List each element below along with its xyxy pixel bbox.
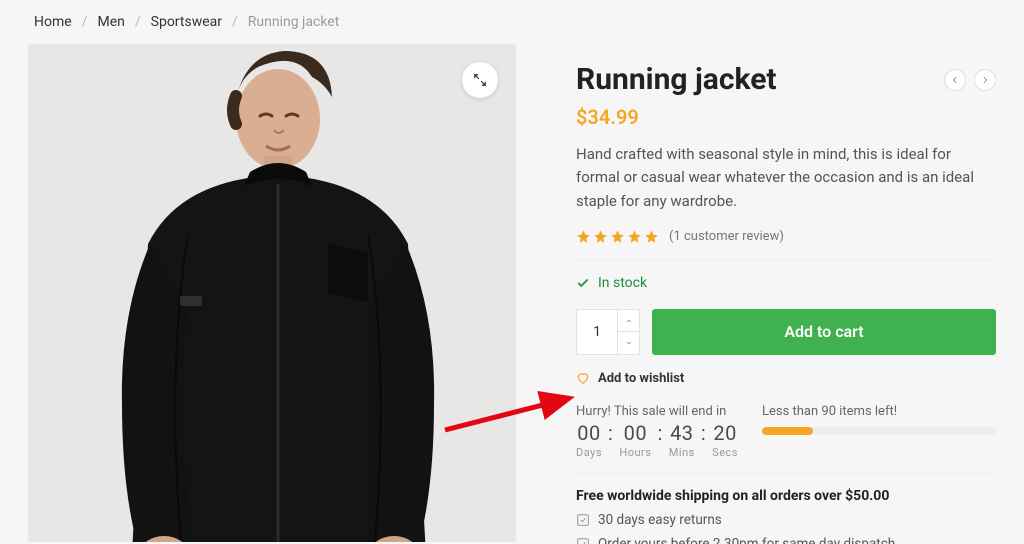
countdown-label: Hurry! This sale will end in xyxy=(576,404,738,419)
rating-stars xyxy=(576,229,659,244)
perk-returns: 30 days easy returns xyxy=(576,512,996,528)
product-description: Hand crafted with seasonal style in mind… xyxy=(576,143,996,213)
stock-progress xyxy=(762,427,996,435)
product-gallery[interactable] xyxy=(28,44,516,542)
breadcrumb-men[interactable]: Men xyxy=(97,14,124,30)
countdown-days: 00 xyxy=(577,421,600,445)
wishlist-label: Add to wishlist xyxy=(598,371,684,386)
countdown-timer: 00Days : 00Hours : 43Mins : 20Secs xyxy=(576,421,738,459)
check-square-icon xyxy=(576,513,590,527)
product-title: Running jacket xyxy=(576,62,777,97)
check-icon xyxy=(576,276,590,290)
expand-icon xyxy=(473,73,487,87)
star-icon xyxy=(576,229,591,244)
stock-label: In stock xyxy=(598,275,647,291)
star-icon xyxy=(627,229,642,244)
breadcrumb-home[interactable]: Home xyxy=(34,14,72,30)
chevron-down-icon xyxy=(625,339,633,347)
product-image xyxy=(28,44,516,542)
stock-status: In stock xyxy=(576,275,996,291)
prev-product-button[interactable] xyxy=(944,69,966,91)
breadcrumb-sep: / xyxy=(82,14,88,30)
countdown-mins: 43 xyxy=(670,421,693,445)
stock-remaining-label: Less than 90 items left! xyxy=(762,404,996,419)
quantity-up-button[interactable] xyxy=(618,310,639,332)
product-price: $34.99 xyxy=(576,105,996,129)
breadcrumb-sportswear[interactable]: Sportswear xyxy=(151,14,222,30)
breadcrumb-sep: / xyxy=(232,14,238,30)
check-square-icon xyxy=(576,537,590,544)
chevron-up-icon xyxy=(625,317,633,325)
star-icon xyxy=(644,229,659,244)
reviews-link[interactable]: (1 customer review) xyxy=(669,229,784,244)
expand-image-button[interactable] xyxy=(462,62,498,98)
breadcrumb: Home / Men / Sportswear / Running jacket xyxy=(28,8,996,44)
star-icon xyxy=(610,229,625,244)
breadcrumb-current: Running jacket xyxy=(248,14,340,30)
countdown-hours: 00 xyxy=(624,421,647,445)
chevron-left-icon xyxy=(950,75,960,85)
add-to-wishlist-button[interactable]: Add to wishlist xyxy=(576,371,996,386)
chevron-right-icon xyxy=(980,75,990,85)
add-to-cart-button[interactable]: Add to cart xyxy=(652,309,996,355)
stock-progress-fill xyxy=(762,427,813,435)
heart-icon xyxy=(576,371,590,385)
quantity-value: 1 xyxy=(577,310,617,354)
star-icon xyxy=(593,229,608,244)
next-product-button[interactable] xyxy=(974,69,996,91)
shipping-headline: Free worldwide shipping on all orders ov… xyxy=(576,488,996,504)
quantity-stepper[interactable]: 1 xyxy=(576,309,640,355)
quantity-down-button[interactable] xyxy=(618,331,639,354)
countdown-secs: 20 xyxy=(713,421,736,445)
perk-dispatch: Order yours before 2.30pm for same day d… xyxy=(576,536,996,544)
breadcrumb-sep: / xyxy=(135,14,141,30)
